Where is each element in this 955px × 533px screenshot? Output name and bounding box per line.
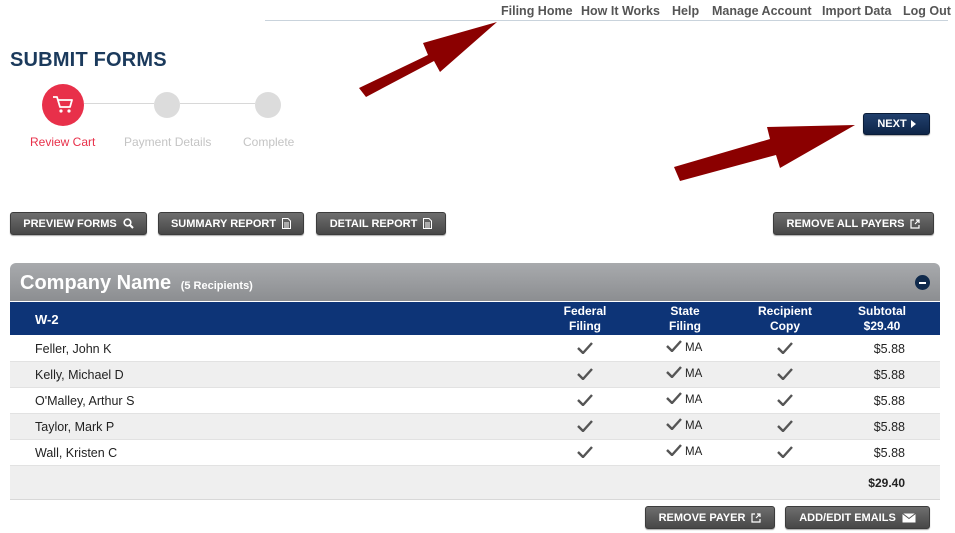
check-icon: [577, 368, 593, 380]
company-header: Company Name (5 Recipients): [10, 263, 940, 301]
add-edit-emails-button[interactable]: ADD/EDIT EMAILS: [785, 506, 930, 529]
row-subtotal: $5.88: [873, 368, 905, 382]
col-subtotal-line1: Subtotal: [858, 304, 906, 318]
check-icon: [777, 420, 793, 432]
col-state-line1: State: [670, 304, 700, 318]
recipient-name: Wall, Kristen C: [35, 446, 118, 460]
state-code: MA: [685, 446, 703, 458]
col-federal-line1: Federal: [563, 304, 607, 318]
recipient-name: O'Malley, Arthur S: [35, 394, 135, 408]
check-icon: [666, 340, 682, 352]
table-row[interactable]: Wall, Kristen C MA $5.88: [10, 440, 940, 466]
form-type-label: W-2: [35, 312, 59, 327]
col-subtotal-line2: $29.40: [863, 319, 901, 333]
nav-filing-home[interactable]: Filing Home: [501, 4, 573, 18]
company-name: Company Name: [20, 272, 172, 294]
col-state-line2: Filing: [669, 319, 701, 333]
step-connector: [180, 103, 255, 104]
table-row[interactable]: Kelly, Michael D MA $5.88: [10, 362, 940, 388]
col-state-filing: State Filing: [635, 304, 735, 334]
col-recipient-line1: Recipient: [757, 304, 812, 318]
check-icon: [777, 394, 793, 406]
page-title: SUBMIT FORMS: [10, 49, 167, 71]
arrow-to-next: [674, 125, 855, 181]
check-icon: [577, 342, 593, 354]
grand-total: $29.40: [868, 476, 905, 490]
summary-report-button[interactable]: SUMMARY REPORT: [158, 212, 304, 235]
document-icon: [423, 218, 433, 229]
search-icon: [123, 218, 134, 229]
table-row[interactable]: O'Malley, Arthur S MA $5.88: [10, 388, 940, 414]
nav-manage-account[interactable]: Manage Account: [712, 4, 812, 18]
recipient-name: Feller, John K: [35, 342, 112, 356]
nav-help[interactable]: Help: [672, 4, 699, 18]
next-button[interactable]: NEXT: [863, 113, 930, 135]
step-connector: [84, 103, 154, 104]
step-label-review-cart: Review Cart: [30, 135, 96, 149]
summary-report-label: SUMMARY REPORT: [170, 217, 277, 230]
cart-icon: [53, 96, 73, 113]
nav-import-data[interactable]: Import Data: [822, 4, 891, 18]
check-icon: [577, 420, 593, 432]
step-complete-dot: [255, 92, 281, 118]
remove-payer-button[interactable]: REMOVE PAYER: [645, 506, 775, 529]
check-icon: [777, 368, 793, 380]
remove-all-payers-button[interactable]: REMOVE ALL PAYERS: [773, 212, 934, 235]
total-row: $29.40: [10, 466, 940, 500]
row-subtotal: $5.88: [873, 420, 905, 434]
state-code: MA: [685, 420, 703, 432]
document-icon: [282, 218, 292, 229]
table-row[interactable]: Taylor, Mark P MA $5.88: [10, 414, 940, 440]
step-label-complete: Complete: [243, 135, 295, 149]
nav-log-out[interactable]: Log Out: [903, 4, 951, 18]
state-code: MA: [685, 368, 703, 380]
state-code: MA: [685, 394, 703, 406]
check-icon: [577, 394, 593, 406]
arrow-to-filing-home: [359, 22, 497, 97]
detail-report-button[interactable]: DETAIL REPORT: [316, 212, 446, 235]
top-nav: Filing Home How It Works Help Manage Acc…: [265, 0, 951, 21]
check-icon: [666, 366, 682, 378]
recipient-name: Taylor, Mark P: [35, 420, 115, 434]
step-review-cart-dot: [42, 84, 84, 126]
step-label-payment-details: Payment Details: [124, 135, 212, 149]
col-federal-line2: Filing: [569, 319, 601, 333]
external-link-icon: [751, 512, 762, 523]
col-recipient-line2: Copy: [770, 319, 800, 333]
external-link-icon: [910, 218, 921, 229]
add-edit-emails-label: ADD/EDIT EMAILS: [799, 511, 896, 524]
state-code: MA: [685, 342, 703, 354]
caret-right-icon: [910, 120, 916, 128]
check-icon: [777, 446, 793, 458]
detail-report-label: DETAIL REPORT: [329, 217, 418, 230]
col-recipient-copy: Recipient Copy: [735, 304, 835, 334]
col-federal-filing: Federal Filing: [535, 304, 635, 334]
table-header: W-2 Federal Filing State Filing Recipien…: [10, 302, 940, 335]
remove-all-payers-label: REMOVE ALL PAYERS: [786, 217, 905, 230]
row-subtotal: $5.88: [873, 394, 905, 408]
recipient-name: Kelly, Michael D: [35, 368, 124, 382]
check-icon: [777, 342, 793, 354]
company-title: Company Name (5 Recipients): [20, 272, 253, 295]
nav-how-it-works[interactable]: How It Works: [581, 4, 660, 18]
preview-forms-label: PREVIEW FORMS: [23, 217, 117, 230]
check-icon: [666, 392, 682, 404]
col-subtotal: Subtotal $29.40: [832, 304, 932, 334]
check-icon: [666, 444, 682, 456]
next-button-label: NEXT: [877, 118, 907, 130]
table-row[interactable]: Feller, John K MA $5.88: [10, 336, 940, 362]
row-subtotal: $5.88: [873, 342, 905, 356]
check-icon: [577, 446, 593, 458]
preview-forms-button[interactable]: PREVIEW FORMS: [10, 212, 147, 235]
remove-payer-label: REMOVE PAYER: [658, 511, 746, 524]
check-icon: [666, 418, 682, 430]
minus-circle-icon[interactable]: [915, 275, 930, 290]
recipient-count: (5 Recipients): [180, 280, 253, 292]
row-subtotal: $5.88: [873, 446, 905, 460]
envelope-icon: [901, 512, 916, 522]
step-payment-dot: [154, 92, 180, 118]
